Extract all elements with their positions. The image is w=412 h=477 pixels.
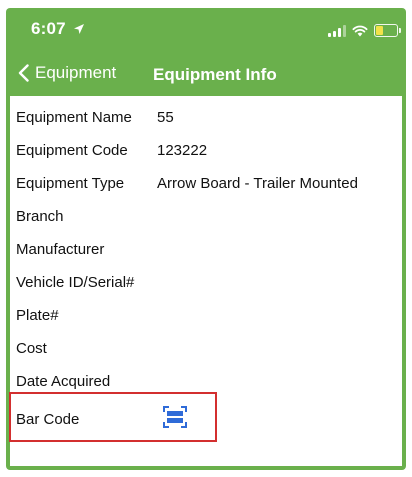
status-bar: 6:07 — [6, 8, 406, 54]
field-label: Date Acquired — [16, 372, 111, 390]
back-button[interactable]: Equipment — [18, 63, 116, 83]
navigation-bar: Equipment Equipment Info — [6, 54, 406, 96]
status-time: 6:07 — [31, 19, 66, 38]
field-label: Manufacturer — [16, 240, 105, 258]
field-row-equipment-name: Equipment Name 55 — [16, 106, 174, 128]
battery-icon — [374, 24, 401, 37]
field-row-bar-code: Bar Code — [16, 408, 157, 430]
field-row-equipment-code: Equipment Code 123222 — [16, 139, 207, 161]
field-label: Branch — [16, 207, 64, 225]
cellular-signal-icon — [328, 24, 346, 37]
field-label: Bar Code — [16, 410, 80, 428]
field-label: Equipment Code — [16, 141, 128, 159]
status-icons — [328, 24, 401, 37]
wifi-icon — [352, 25, 368, 36]
field-row-cost: Cost — [16, 337, 157, 359]
field-value: 55 — [157, 108, 174, 126]
field-label: Vehicle ID/Serial# — [16, 273, 135, 291]
page-title: Equipment Info — [153, 65, 277, 84]
chevron-left-icon — [18, 64, 29, 82]
back-label: Equipment — [35, 63, 117, 82]
field-row-plate: Plate# — [16, 304, 157, 326]
field-row-branch: Branch — [16, 205, 157, 227]
field-row-manufacturer: Manufacturer — [16, 238, 157, 260]
location-arrow-icon — [74, 24, 84, 34]
field-value: 123222 — [157, 141, 208, 159]
barcode-scan-icon — [163, 406, 187, 428]
field-row-date-acquired: Date Acquired — [16, 370, 157, 392]
field-label: Plate# — [16, 306, 59, 324]
field-label: Cost — [16, 339, 47, 357]
barcode-scan-button[interactable] — [163, 406, 187, 428]
field-row-equipment-type: Equipment Type Arrow Board - Trailer Mou… — [16, 172, 358, 194]
field-value: Arrow Board - Trailer Mounted — [157, 174, 358, 192]
field-label: Equipment Name — [16, 108, 132, 126]
field-label: Equipment Type — [16, 174, 125, 192]
field-row-vehicle-id: Vehicle ID/Serial# — [16, 271, 157, 293]
